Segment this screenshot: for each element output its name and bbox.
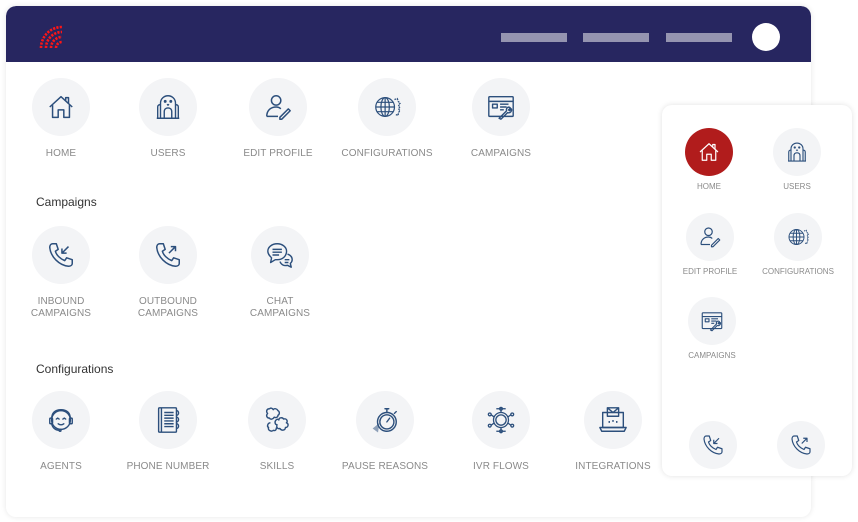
tile-skills[interactable]: SKILLS — [222, 391, 332, 473]
home-icon — [46, 92, 76, 122]
tile-label: CHAT CAMPAIGNS — [249, 296, 311, 319]
tile-outbound-campaigns[interactable]: OUTBOUND CAMPAIGNS — [113, 226, 223, 320]
inbound-call-icon — [701, 433, 725, 457]
stopwatch-icon — [370, 405, 400, 435]
home-icon — [697, 140, 721, 164]
side-tile-label: USERS — [783, 182, 811, 191]
tile-users[interactable]: USERS — [113, 78, 223, 160]
users-icon — [153, 92, 183, 122]
top-navigation-bar — [6, 6, 811, 62]
globe-gear-icon — [372, 92, 402, 122]
tile-edit-profile[interactable]: EDIT PROFILE — [223, 78, 333, 160]
tile-ivr-flows[interactable]: IVR FLOWS — [446, 391, 556, 473]
tile-campaigns[interactable]: CAMPAIGNS — [446, 78, 556, 160]
radar-logo-icon[interactable] — [37, 23, 63, 49]
user-avatar[interactable] — [752, 23, 780, 51]
agent-headset-icon — [46, 405, 76, 435]
tile-inbound-campaigns[interactable]: INBOUND CAMPAIGNS — [6, 226, 116, 320]
tile-configurations[interactable]: CONFIGURATIONS — [332, 78, 442, 160]
side-tile-home[interactable]: HOME — [665, 128, 753, 191]
side-tile-outbound[interactable] — [757, 421, 845, 469]
side-tile-campaigns[interactable]: CAMPAIGNS — [668, 297, 756, 360]
phone-book-icon — [153, 405, 183, 435]
skills-puzzle-icon — [262, 405, 292, 435]
nav-item-placeholder[interactable] — [501, 33, 567, 42]
outbound-call-icon — [153, 240, 183, 270]
edit-profile-icon — [698, 225, 722, 249]
tile-pause-reasons[interactable]: PAUSE REASONS — [330, 391, 440, 473]
outbound-call-icon — [789, 433, 813, 457]
tile-label: SKILLS — [259, 461, 295, 472]
tile-label: CAMPAIGNS — [470, 148, 532, 159]
campaign-tools-icon — [700, 309, 724, 333]
tile-integrations[interactable]: INTEGRATIONS — [558, 391, 668, 473]
tile-home[interactable]: HOME — [6, 78, 116, 160]
nav-item-placeholder[interactable] — [583, 33, 649, 42]
laptop-mail-icon — [598, 405, 628, 435]
tile-label: INBOUND CAMPAIGNS — [30, 296, 92, 319]
campaign-tools-icon — [486, 92, 516, 122]
tile-label: PHONE NUMBER — [126, 461, 210, 472]
side-tile-edit-profile[interactable]: EDIT PROFILE — [666, 213, 754, 276]
tile-label: INTEGRATIONS — [575, 461, 651, 472]
tile-label: CONFIGURATIONS — [341, 148, 433, 159]
side-tile-label: CAMPAIGNS — [688, 351, 736, 360]
tile-label: AGENTS — [40, 461, 82, 472]
edit-profile-icon — [263, 92, 293, 122]
section-title-configurations: Configurations — [36, 362, 114, 376]
users-icon — [785, 140, 809, 164]
tile-label: EDIT PROFILE — [243, 148, 313, 159]
side-tile-label: EDIT PROFILE — [682, 267, 738, 276]
chat-bubbles-icon — [265, 240, 295, 270]
side-tile-configurations[interactable]: CONFIGURATIONS — [754, 213, 842, 276]
side-tile-label: HOME — [697, 182, 721, 191]
tile-agents[interactable]: AGENTS — [6, 391, 116, 473]
side-tile-inbound[interactable] — [669, 421, 757, 469]
tile-phone-number[interactable]: PHONE NUMBER — [113, 391, 223, 473]
mobile-menu-panel: HOME USERS EDIT PROFILE CONFIGURATIONS C… — [662, 105, 852, 476]
tile-label: IVR FLOWS — [473, 461, 529, 472]
globe-gear-icon — [786, 225, 810, 249]
nav-item-placeholder[interactable] — [666, 33, 732, 42]
tile-label: OUTBOUND CAMPAIGNS — [137, 296, 199, 319]
inbound-call-icon — [46, 240, 76, 270]
side-tile-users[interactable]: USERS — [753, 128, 841, 191]
tile-chat-campaigns[interactable]: CHAT CAMPAIGNS — [225, 226, 335, 320]
tile-label: PAUSE REASONS — [341, 461, 429, 472]
section-title-campaigns: Campaigns — [36, 195, 97, 209]
tile-label: HOME — [45, 148, 77, 159]
tile-label: USERS — [150, 148, 186, 159]
side-tile-label: CONFIGURATIONS — [762, 267, 834, 276]
ivr-flow-icon — [486, 405, 516, 435]
